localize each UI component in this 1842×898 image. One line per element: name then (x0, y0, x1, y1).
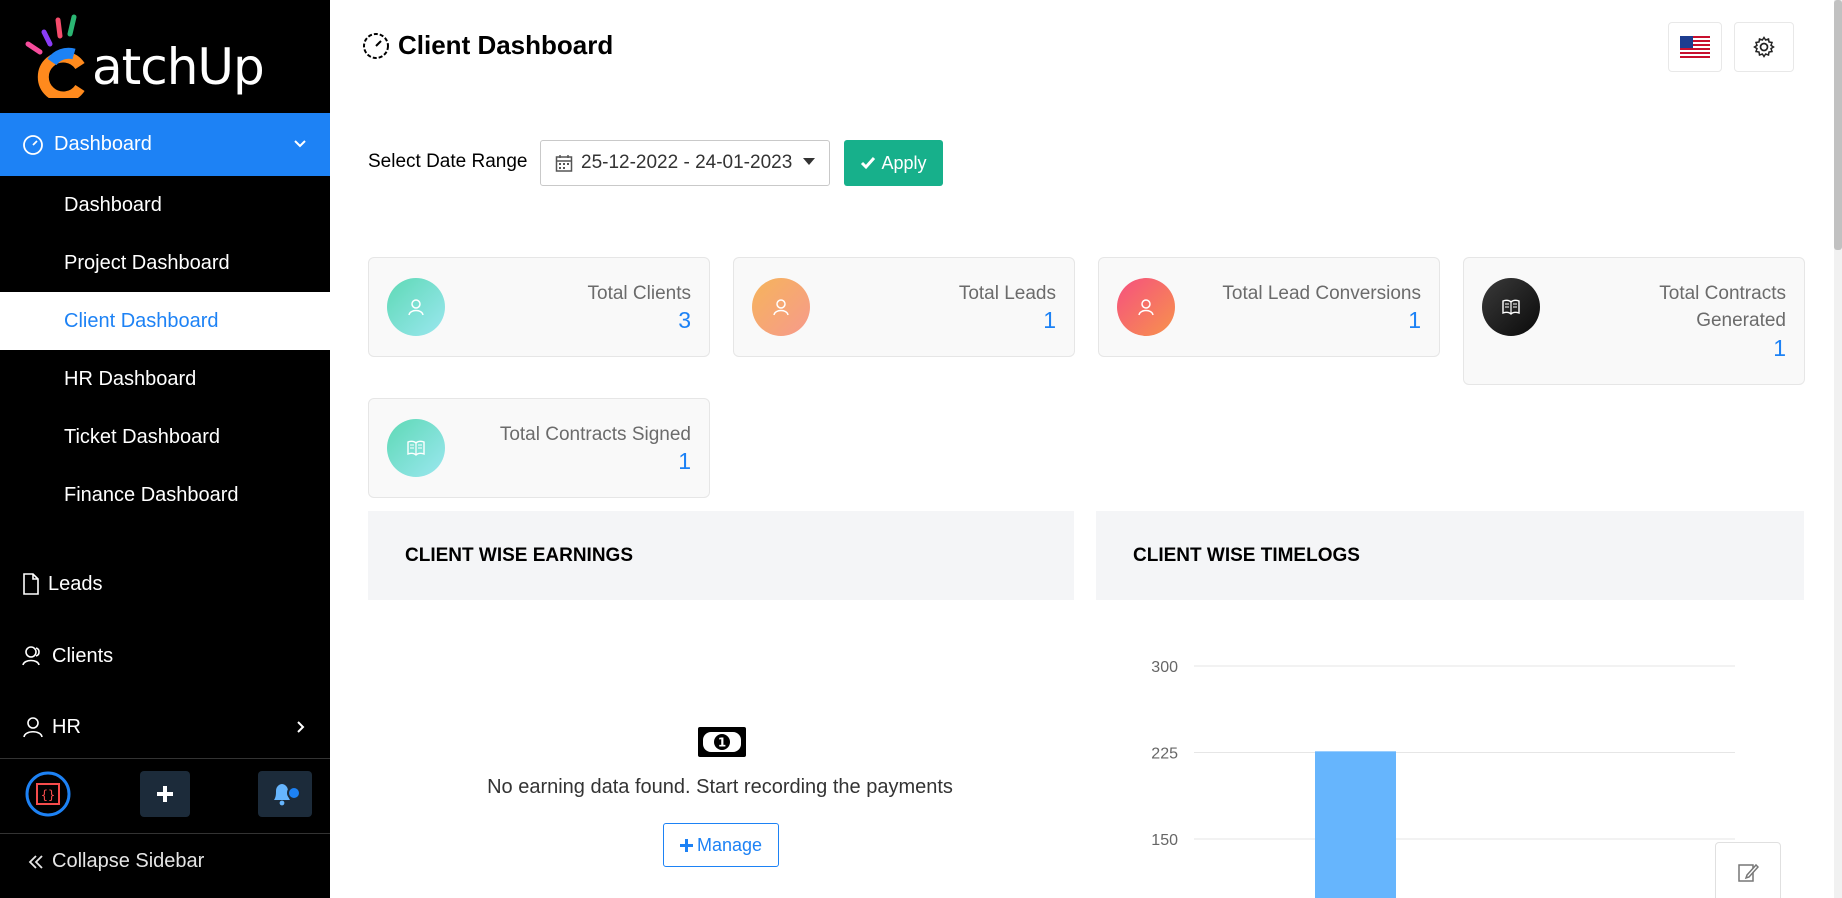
stat-card-total-contracts-signed: Total Contracts Signed 1 (368, 398, 710, 498)
quick-access-button[interactable]: {} (24, 771, 72, 817)
stat-card-total-contracts-generated: Total Contracts Generated 1 (1463, 257, 1805, 385)
sidebar-subitem-finance-dashboard[interactable]: Finance Dashboard (0, 466, 330, 524)
file-icon (23, 573, 39, 595)
stat-card-value: 1 (1408, 307, 1421, 333)
chart-y-tick-label: 300 (1151, 659, 1178, 676)
code-badge-icon: {} (25, 771, 71, 817)
edit-button[interactable] (1715, 842, 1781, 898)
catchup-logo[interactable]: atchUp (22, 14, 272, 98)
stat-card-title-line1: Total Contracts (1659, 283, 1786, 304)
client-icon (752, 278, 810, 336)
logo-mark-icon (25, 14, 85, 98)
sidebar-subitem-project-dashboard[interactable]: Project Dashboard (0, 234, 330, 292)
gear-icon (1753, 36, 1775, 58)
settings-button[interactable] (1734, 22, 1794, 72)
panel-title: CLIENT WISE TIMELOGS (1133, 544, 1360, 566)
footer-divider (0, 833, 330, 834)
sidebar-item-label: HR (52, 715, 81, 738)
collapse-sidebar-label: Collapse Sidebar (52, 850, 205, 872)
sidebar-footer: {} (0, 758, 330, 898)
notifications-button[interactable] (258, 771, 312, 817)
date-range-label: Select Date Range (368, 151, 528, 172)
stat-card-title: Total Clients (587, 283, 692, 304)
date-range-value: 25-12-2022 - 24-01-2023 (581, 152, 793, 173)
book-icon (387, 419, 445, 477)
stat-card-value: 1 (1773, 335, 1786, 361)
panel-header-earnings: CLIENT WISE EARNINGS (368, 511, 1074, 600)
stat-card-value: 1 (1043, 307, 1056, 333)
panel-title: CLIENT WISE EARNINGS (405, 544, 634, 566)
stat-card-title: Total Contracts Generated (1659, 280, 1786, 334)
sidebar-item-label: Leads (48, 572, 103, 595)
client-icon (22, 646, 40, 666)
logo-text: atchUp (92, 38, 265, 96)
sidebar-item-label: Clients (52, 644, 114, 667)
stat-card-title: Total Leads (958, 283, 1056, 304)
manage-button[interactable]: Manage (663, 823, 779, 867)
client-icon (1117, 278, 1175, 336)
manage-button-label: Manage (696, 834, 763, 855)
empty-earnings-message: No earning data found. Start recording t… (487, 776, 953, 798)
sidebar-subitem-label: Dashboard (64, 193, 162, 216)
stat-card-total-clients: Total Clients 3 (368, 257, 710, 357)
sidebar-subitem-label: Finance Dashboard (64, 483, 239, 506)
quick-add-button[interactable] (140, 771, 190, 817)
client-timelogs-chart: 300 225 150 (1151, 659, 1735, 898)
calendar-icon (555, 155, 573, 172)
caret-down-icon (803, 158, 815, 165)
stat-card-value: 3 (678, 307, 691, 333)
scrollbar-thumb[interactable] (1834, 0, 1842, 250)
sidebar-subitem-ticket-dashboard[interactable]: Ticket Dashboard (0, 408, 330, 466)
chart-bar[interactable] (1315, 751, 1396, 898)
gauge-icon (23, 134, 43, 155)
sidebar-subitem-dashboard[interactable]: Dashboard (0, 176, 330, 234)
sidebar-subitem-client-dashboard[interactable]: Client Dashboard (0, 292, 330, 350)
date-range-picker[interactable]: 25-12-2022 - 24-01-2023 (540, 140, 830, 186)
collapse-sidebar-button[interactable]: Collapse Sidebar (28, 850, 204, 873)
plus-icon (157, 786, 173, 802)
edit-icon (1738, 863, 1759, 882)
panel-header-timelogs: CLIENT WISE TIMELOGS (1096, 511, 1804, 600)
apply-button-label: Apply (881, 152, 927, 173)
stat-card-total-leads: Total Leads 1 (733, 257, 1075, 357)
chevron-down-icon (294, 140, 306, 148)
chevron-right-icon (297, 721, 305, 733)
svg-text:1: 1 (718, 736, 726, 750)
page-title: Client Dashboard (362, 30, 613, 61)
stat-card-value: 1 (678, 448, 691, 474)
sidebar-subitem-label: Ticket Dashboard (64, 425, 220, 448)
double-chevron-left-icon (28, 854, 43, 869)
sidebar-item-hr[interactable]: HR (0, 697, 330, 757)
gauge-icon (363, 32, 389, 59)
sidebar: atchUp Dashboard Dashboard Project Dashb… (0, 0, 330, 898)
svg-text:{}: {} (41, 788, 55, 802)
apply-button[interactable]: Apply (844, 140, 943, 186)
sidebar-item-dashboard[interactable]: Dashboard (0, 113, 330, 176)
language-button[interactable] (1668, 22, 1722, 72)
page-title-text: Client Dashboard (398, 30, 614, 60)
check-icon (861, 157, 876, 170)
page-scrollbar[interactable] (1834, 0, 1842, 898)
book-icon (1482, 278, 1540, 336)
stat-card-title: Total Contracts Signed (499, 424, 691, 445)
sidebar-subitem-label: Client Dashboard (64, 309, 219, 332)
stat-card-total-lead-conversions: Total Lead Conversions 1 (1098, 257, 1440, 357)
sidebar-item-clients[interactable]: Clients (0, 626, 330, 686)
stat-card-title: Total Lead Conversions (1222, 283, 1421, 304)
chart-y-tick-label: 150 (1151, 832, 1178, 849)
sidebar-subitem-label: HR Dashboard (64, 367, 197, 390)
chart-y-tick-label: 225 (1151, 746, 1178, 763)
user-icon (23, 717, 43, 738)
bell-icon (274, 784, 301, 806)
stat-card-title-line2: Generated (1696, 310, 1786, 331)
us-flag-icon (1680, 36, 1710, 58)
sidebar-item-leads[interactable]: Leads (0, 554, 330, 614)
sidebar-subitem-label: Project Dashboard (64, 251, 230, 274)
plus-icon (679, 838, 693, 852)
client-icon (387, 278, 445, 336)
sidebar-item-label: Dashboard (54, 133, 152, 155)
money-bill-icon: 1 (698, 727, 746, 757)
sidebar-subitem-hr-dashboard[interactable]: HR Dashboard (0, 350, 330, 408)
